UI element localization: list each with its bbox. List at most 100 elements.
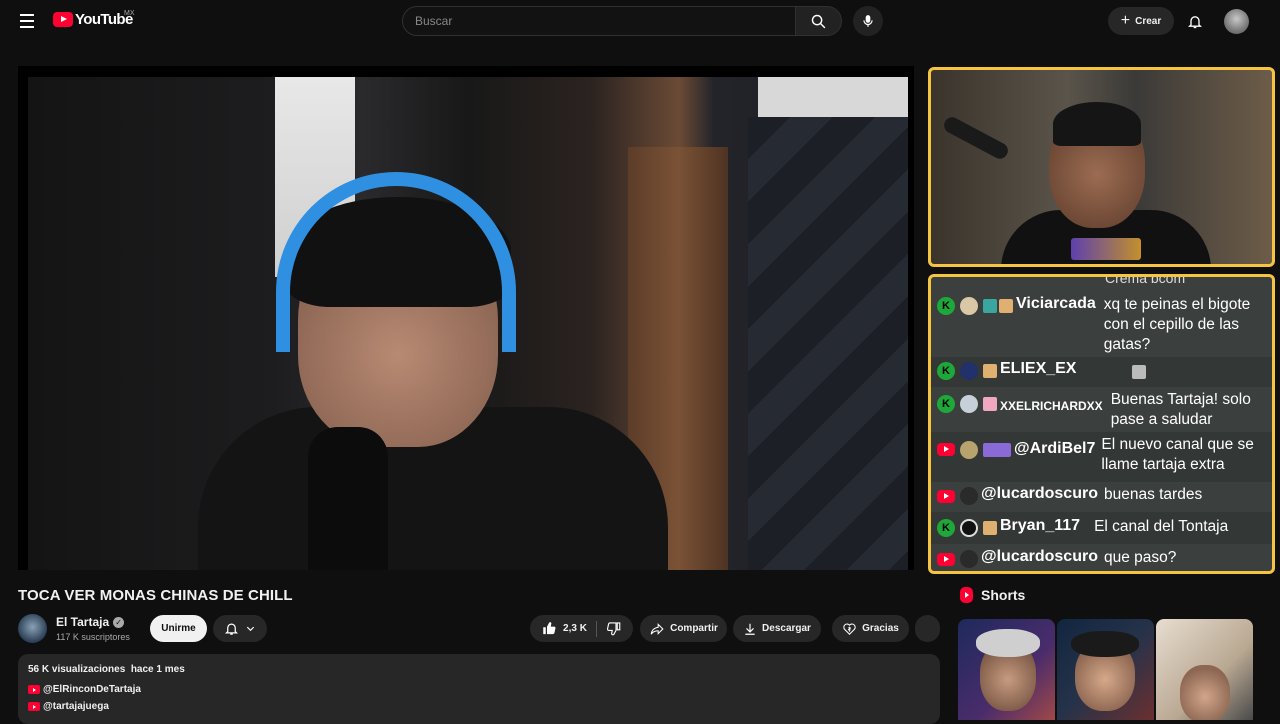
chat-message: K ELIEX_EX [931, 357, 1272, 387]
download-label: Descargar [762, 623, 811, 634]
chat-avatar [960, 362, 978, 380]
youtube-play-icon [53, 12, 73, 27]
bell-icon [224, 623, 239, 635]
chat-username: @lucardoscuro [981, 548, 1098, 565]
thumbs-up-icon [543, 622, 556, 635]
bell-icon [1188, 15, 1202, 28]
chat-message: @ArdiBel7 El nuevo canal que se llame ta… [931, 432, 1272, 482]
kick-icon: K [937, 395, 955, 413]
microphone [308, 427, 388, 570]
chat-badge-icon [999, 299, 1013, 313]
description-link[interactable]: @ElRinconDeTartaja [28, 684, 141, 695]
chat-badge-icon [983, 397, 997, 411]
youtube-logo[interactable]: YouTube [53, 11, 133, 28]
chat-message: K Viciarcada xq te peinas el bigote con … [931, 295, 1272, 361]
short-thumbnail[interactable] [958, 619, 1055, 720]
channel-name: El Tartaja [56, 615, 110, 629]
youtube-icon [28, 702, 40, 711]
shorts-header: Shorts [960, 587, 1025, 603]
notifications-button[interactable] [1183, 9, 1207, 33]
search-input[interactable] [403, 7, 795, 35]
chat-text: que paso? [1103, 549, 1177, 566]
voice-search-button[interactable] [853, 6, 883, 36]
subscriber-count: 117 K suscriptores [56, 632, 130, 642]
subscription-bell-button[interactable] [213, 615, 267, 642]
youtube-icon [28, 685, 40, 694]
thanks-button[interactable]: Gracias [832, 615, 909, 642]
youtube-icon [937, 443, 955, 456]
kick-icon: K [937, 519, 955, 537]
chevron-down-icon [246, 626, 255, 632]
verified-icon: ✓ [113, 616, 125, 628]
like-dislike-group: 2,3 K [530, 615, 633, 642]
webcam-person-hair [1053, 102, 1141, 146]
thanks-label: Gracias [862, 623, 899, 634]
shorts-label: Shorts [981, 587, 1026, 603]
chat-text: El nuevo canal que se llame tartaja extr… [1101, 436, 1254, 473]
chat-overlay: Crema bcom K Viciarcada xq te peinas el … [928, 274, 1275, 574]
shorts-icon [960, 587, 973, 603]
menu-icon[interactable] [14, 10, 40, 32]
chat-username: Bryan_117 [1000, 517, 1081, 534]
shirt-print [1071, 238, 1141, 260]
video-title: TOCA VER MONAS CHINAS DE CHILL [18, 587, 293, 604]
heart-dollar-icon [843, 623, 856, 635]
channel-link-text: @tartajajuega [43, 701, 109, 712]
chat-avatar [960, 487, 978, 505]
thumbnail-hair [1071, 631, 1139, 657]
chat-username: @lucardoscuro [981, 485, 1098, 502]
background-ceiling [758, 77, 908, 117]
chat-message: @lucardoscuro que paso? [931, 544, 1272, 571]
download-icon [745, 623, 755, 635]
description-link[interactable]: @tartajajuega [28, 701, 109, 712]
create-button[interactable]: + Crear [1108, 7, 1174, 35]
chat-message: @lucardoscuro buenas tardes [931, 481, 1272, 513]
search-button[interactable] [795, 6, 842, 36]
chat-message: K XXELRICHARDXX Buenas Tartaja! solo pas… [931, 388, 1272, 432]
chat-badge-icon [983, 521, 997, 535]
chat-text: buenas tardes [1103, 486, 1203, 503]
short-thumbnail[interactable] [1156, 619, 1253, 720]
kick-icon: K [937, 297, 955, 315]
search-box [402, 6, 796, 36]
chat-message: K Bryan_117 El canal del Tontaja [931, 512, 1272, 544]
thumbnail-face [1180, 665, 1230, 720]
download-button[interactable]: Descargar [733, 615, 821, 642]
short-thumbnail[interactable] [1057, 619, 1154, 720]
chat-avatar [960, 550, 978, 568]
kick-icon: K [937, 362, 955, 380]
chat-text: xq te peinas el bigote con el cepillo de… [1103, 296, 1251, 353]
like-button[interactable]: 2,3 K [542, 621, 587, 636]
chat-text: El canal del Tontaja [1094, 518, 1229, 535]
youtube-icon [937, 553, 955, 566]
acoustic-panel [748, 117, 908, 570]
channel-avatar[interactable] [18, 614, 47, 643]
share-icon [650, 622, 664, 635]
youtube-icon [937, 490, 955, 503]
thumbs-down-icon[interactable] [606, 621, 621, 636]
more-actions-button[interactable] [915, 615, 940, 642]
chat-username: @ArdiBel7 [1014, 440, 1096, 457]
video-player[interactable] [18, 66, 914, 570]
webcam-overlay [928, 67, 1275, 267]
chat-username: XXELRICHARDXX [1000, 399, 1103, 413]
share-button[interactable]: Compartir [640, 615, 727, 642]
view-count-date: 56 K visualizaciones hace 1 mes [28, 664, 185, 675]
share-label: Compartir [670, 623, 718, 634]
country-code: MX [124, 10, 135, 17]
video-frame [28, 77, 908, 570]
plus-icon: + [1120, 12, 1131, 29]
channel-link-text: @ElRinconDeTartaja [43, 684, 141, 695]
chat-cut-message: Crema bcom [1105, 274, 1186, 286]
account-avatar[interactable] [1224, 9, 1249, 34]
join-button[interactable]: Unirme [150, 615, 207, 642]
like-count: 2,3 K [563, 623, 587, 634]
channel-name-row[interactable]: El Tartaja ✓ [56, 615, 125, 629]
chat-avatar [960, 297, 978, 315]
create-label: Crear [1135, 15, 1162, 27]
chat-username: Viciarcada [1016, 295, 1096, 312]
thumbnail-hair [976, 629, 1040, 657]
chat-text: Buenas Tartaja! solo pase a saludar [1110, 391, 1251, 428]
chat-avatar [960, 395, 978, 413]
description-box[interactable]: 56 K visualizaciones hace 1 mes @ElRinco… [18, 654, 940, 724]
